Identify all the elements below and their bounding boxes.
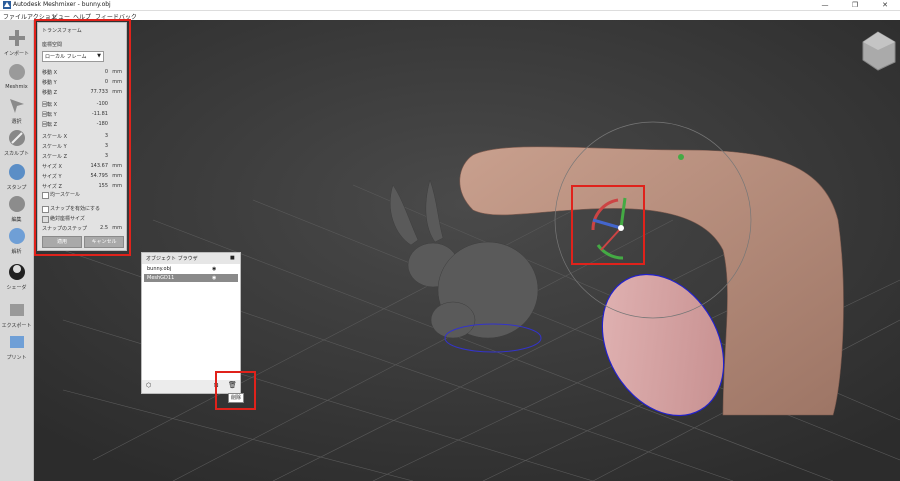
- tool-edit[interactable]: 編集: [0, 194, 33, 228]
- object-browser-footer: ⬡ ⧉ 🗑: [142, 380, 240, 393]
- add-object-icon[interactable]: ⬡: [146, 382, 151, 389]
- field-scale-y[interactable]: スケール Y3: [42, 143, 122, 152]
- absolute-size-label: 絶対座標サイズ: [50, 216, 85, 222]
- maximize-button[interactable]: ❐: [840, 0, 870, 10]
- tool-label: シェーダ: [6, 285, 27, 291]
- list-item-selected[interactable]: MeshGD11 ◉: [144, 274, 238, 282]
- field-rotate-z[interactable]: 回転 Z -180: [42, 121, 122, 130]
- tool-label: 編集: [11, 217, 22, 223]
- tool-export[interactable]: エクスポート: [0, 300, 33, 334]
- tool-print[interactable]: プリント: [0, 332, 33, 366]
- analysis-icon: [9, 228, 25, 244]
- coord-space-select[interactable]: ローカル フレーム ▼: [42, 51, 104, 62]
- meshmix-sphere-icon: [9, 64, 25, 80]
- absolute-size-checkbox[interactable]: [42, 216, 49, 223]
- tool-label: Meshmix: [5, 84, 28, 90]
- left-toolbar: インポート Meshmix 選択 スカルプト スタンプ 編集 解析 シェーダ エ…: [0, 20, 34, 481]
- select-arrow-icon: [10, 99, 24, 113]
- chevron-down-icon: ▼: [97, 53, 101, 59]
- field-rotate-y[interactable]: 回転 Y -11.81: [42, 111, 122, 120]
- uniform-scale-label: 均一スケール: [50, 192, 81, 198]
- print-icon: [10, 336, 24, 348]
- import-plus-icon: [9, 30, 25, 46]
- shader-icon: [9, 264, 25, 280]
- tool-sculpt[interactable]: スカルプト: [0, 128, 33, 162]
- field-move-z[interactable]: 移動 Z 77.733 mm: [42, 89, 122, 98]
- window-title: Autodesk Meshmixer - bunny.obj: [13, 1, 111, 8]
- snap-enable-label: スナップを有効にする: [50, 206, 101, 212]
- tool-analysis[interactable]: 解析: [0, 226, 33, 260]
- transform-panel: トランスフォーム 座標空間 ローカル フレーム ▼ 移動 X 0 mm 移動 Y0m…: [37, 22, 127, 251]
- object-browser: オブジェクト ブラウザ ■ bunny.obj ◉ MeshGD11 ◉ ⬡ ⧉…: [141, 252, 241, 394]
- export-icon: [10, 304, 24, 316]
- duplicate-icon[interactable]: ⧉: [214, 382, 218, 390]
- trash-icon[interactable]: 🗑: [228, 381, 237, 389]
- sculpt-brush-icon: [9, 130, 25, 146]
- tool-label: 解析: [11, 249, 22, 255]
- field-size-y[interactable]: サイズ Y 54.795 mm: [42, 173, 122, 182]
- app-logo-icon: [3, 1, 11, 9]
- tool-label: プリント: [6, 355, 27, 361]
- tool-stamp[interactable]: スタンプ: [0, 162, 33, 196]
- field-scale-x[interactable]: スケール X3: [42, 133, 122, 142]
- tool-shader[interactable]: シェーダ: [0, 262, 33, 296]
- object-browser-header: オブジェクト ブラウザ ■: [142, 253, 240, 264]
- 3d-viewport[interactable]: [33, 20, 900, 481]
- panel-title: トランスフォーム: [42, 28, 82, 34]
- menu-bar: ファイル アクション ビュー ヘルプ フィードバック: [0, 11, 900, 21]
- snap-enable-checkbox[interactable]: [42, 206, 49, 213]
- accept-button[interactable]: 適用: [42, 236, 82, 248]
- minimize-button[interactable]: —: [810, 0, 840, 10]
- tool-meshmix[interactable]: Meshmix: [0, 62, 33, 96]
- list-item[interactable]: bunny.obj ◉: [144, 265, 238, 273]
- coord-space-value: ローカル フレーム: [45, 54, 87, 60]
- object-browser-title: オブジェクト ブラウザ: [146, 256, 198, 262]
- delete-tooltip: 削除: [228, 393, 244, 403]
- tool-label: インポート: [3, 51, 29, 57]
- coord-space-label: 座標空間: [42, 42, 63, 48]
- stamp-icon: [9, 164, 25, 180]
- field-scale-z[interactable]: スケール Z3: [42, 153, 122, 162]
- cancel-button[interactable]: キャンセル: [84, 236, 124, 248]
- tool-label: スタンプ: [6, 185, 27, 191]
- tool-label: 選択: [11, 119, 22, 125]
- close-icon[interactable]: ■: [230, 255, 235, 261]
- tool-label: スカルプト: [3, 151, 29, 157]
- visibility-eye-icon[interactable]: ◉: [212, 266, 216, 272]
- title-bar: Autodesk Meshmixer - bunny.obj — ❐ ✕: [0, 0, 900, 11]
- field-move-y[interactable]: 移動 Y 0 mm: [42, 79, 122, 88]
- field-size-x[interactable]: サイズ X 143.67 mm: [42, 163, 122, 172]
- uniform-scale-checkbox[interactable]: [42, 192, 49, 199]
- snap-step-field[interactable]: スナップのステップ 2.5 mm: [42, 225, 122, 234]
- visibility-eye-icon[interactable]: ◉: [212, 275, 216, 281]
- tool-import[interactable]: インポート: [0, 28, 33, 62]
- close-button[interactable]: ✕: [870, 0, 900, 10]
- field-move-x[interactable]: 移動 X 0 mm: [42, 69, 122, 78]
- edit-icon: [9, 196, 25, 212]
- field-rotate-x[interactable]: 回転 X -100: [42, 101, 122, 110]
- tool-label: エクスポート: [1, 323, 32, 329]
- tool-select[interactable]: 選択: [0, 96, 33, 130]
